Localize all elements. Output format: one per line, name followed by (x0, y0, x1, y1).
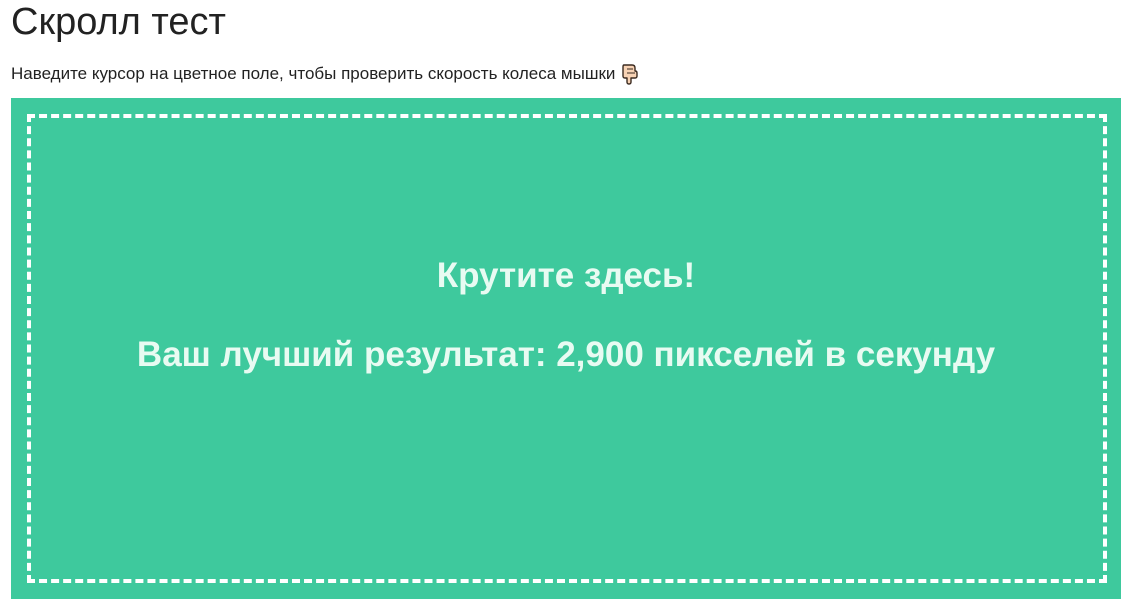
page: Скролл тест Наведите курсор на цветное п… (0, 0, 1140, 605)
scroll-prompt: Крутите здесь! (436, 256, 696, 295)
best-result-text: Ваш лучший результат: 2,900 пикселей в с… (136, 335, 996, 374)
instruction-line: Наведите курсор на цветное поле, чтобы п… (11, 62, 640, 86)
scroll-test-area[interactable]: Крутите здесь! Ваш лучший результат: 2,9… (11, 98, 1121, 599)
instruction-text: Наведите курсор на цветное поле, чтобы п… (11, 64, 616, 83)
page-title: Скролл тест (11, 1, 226, 43)
pointing-down-hand-icon (620, 63, 640, 85)
